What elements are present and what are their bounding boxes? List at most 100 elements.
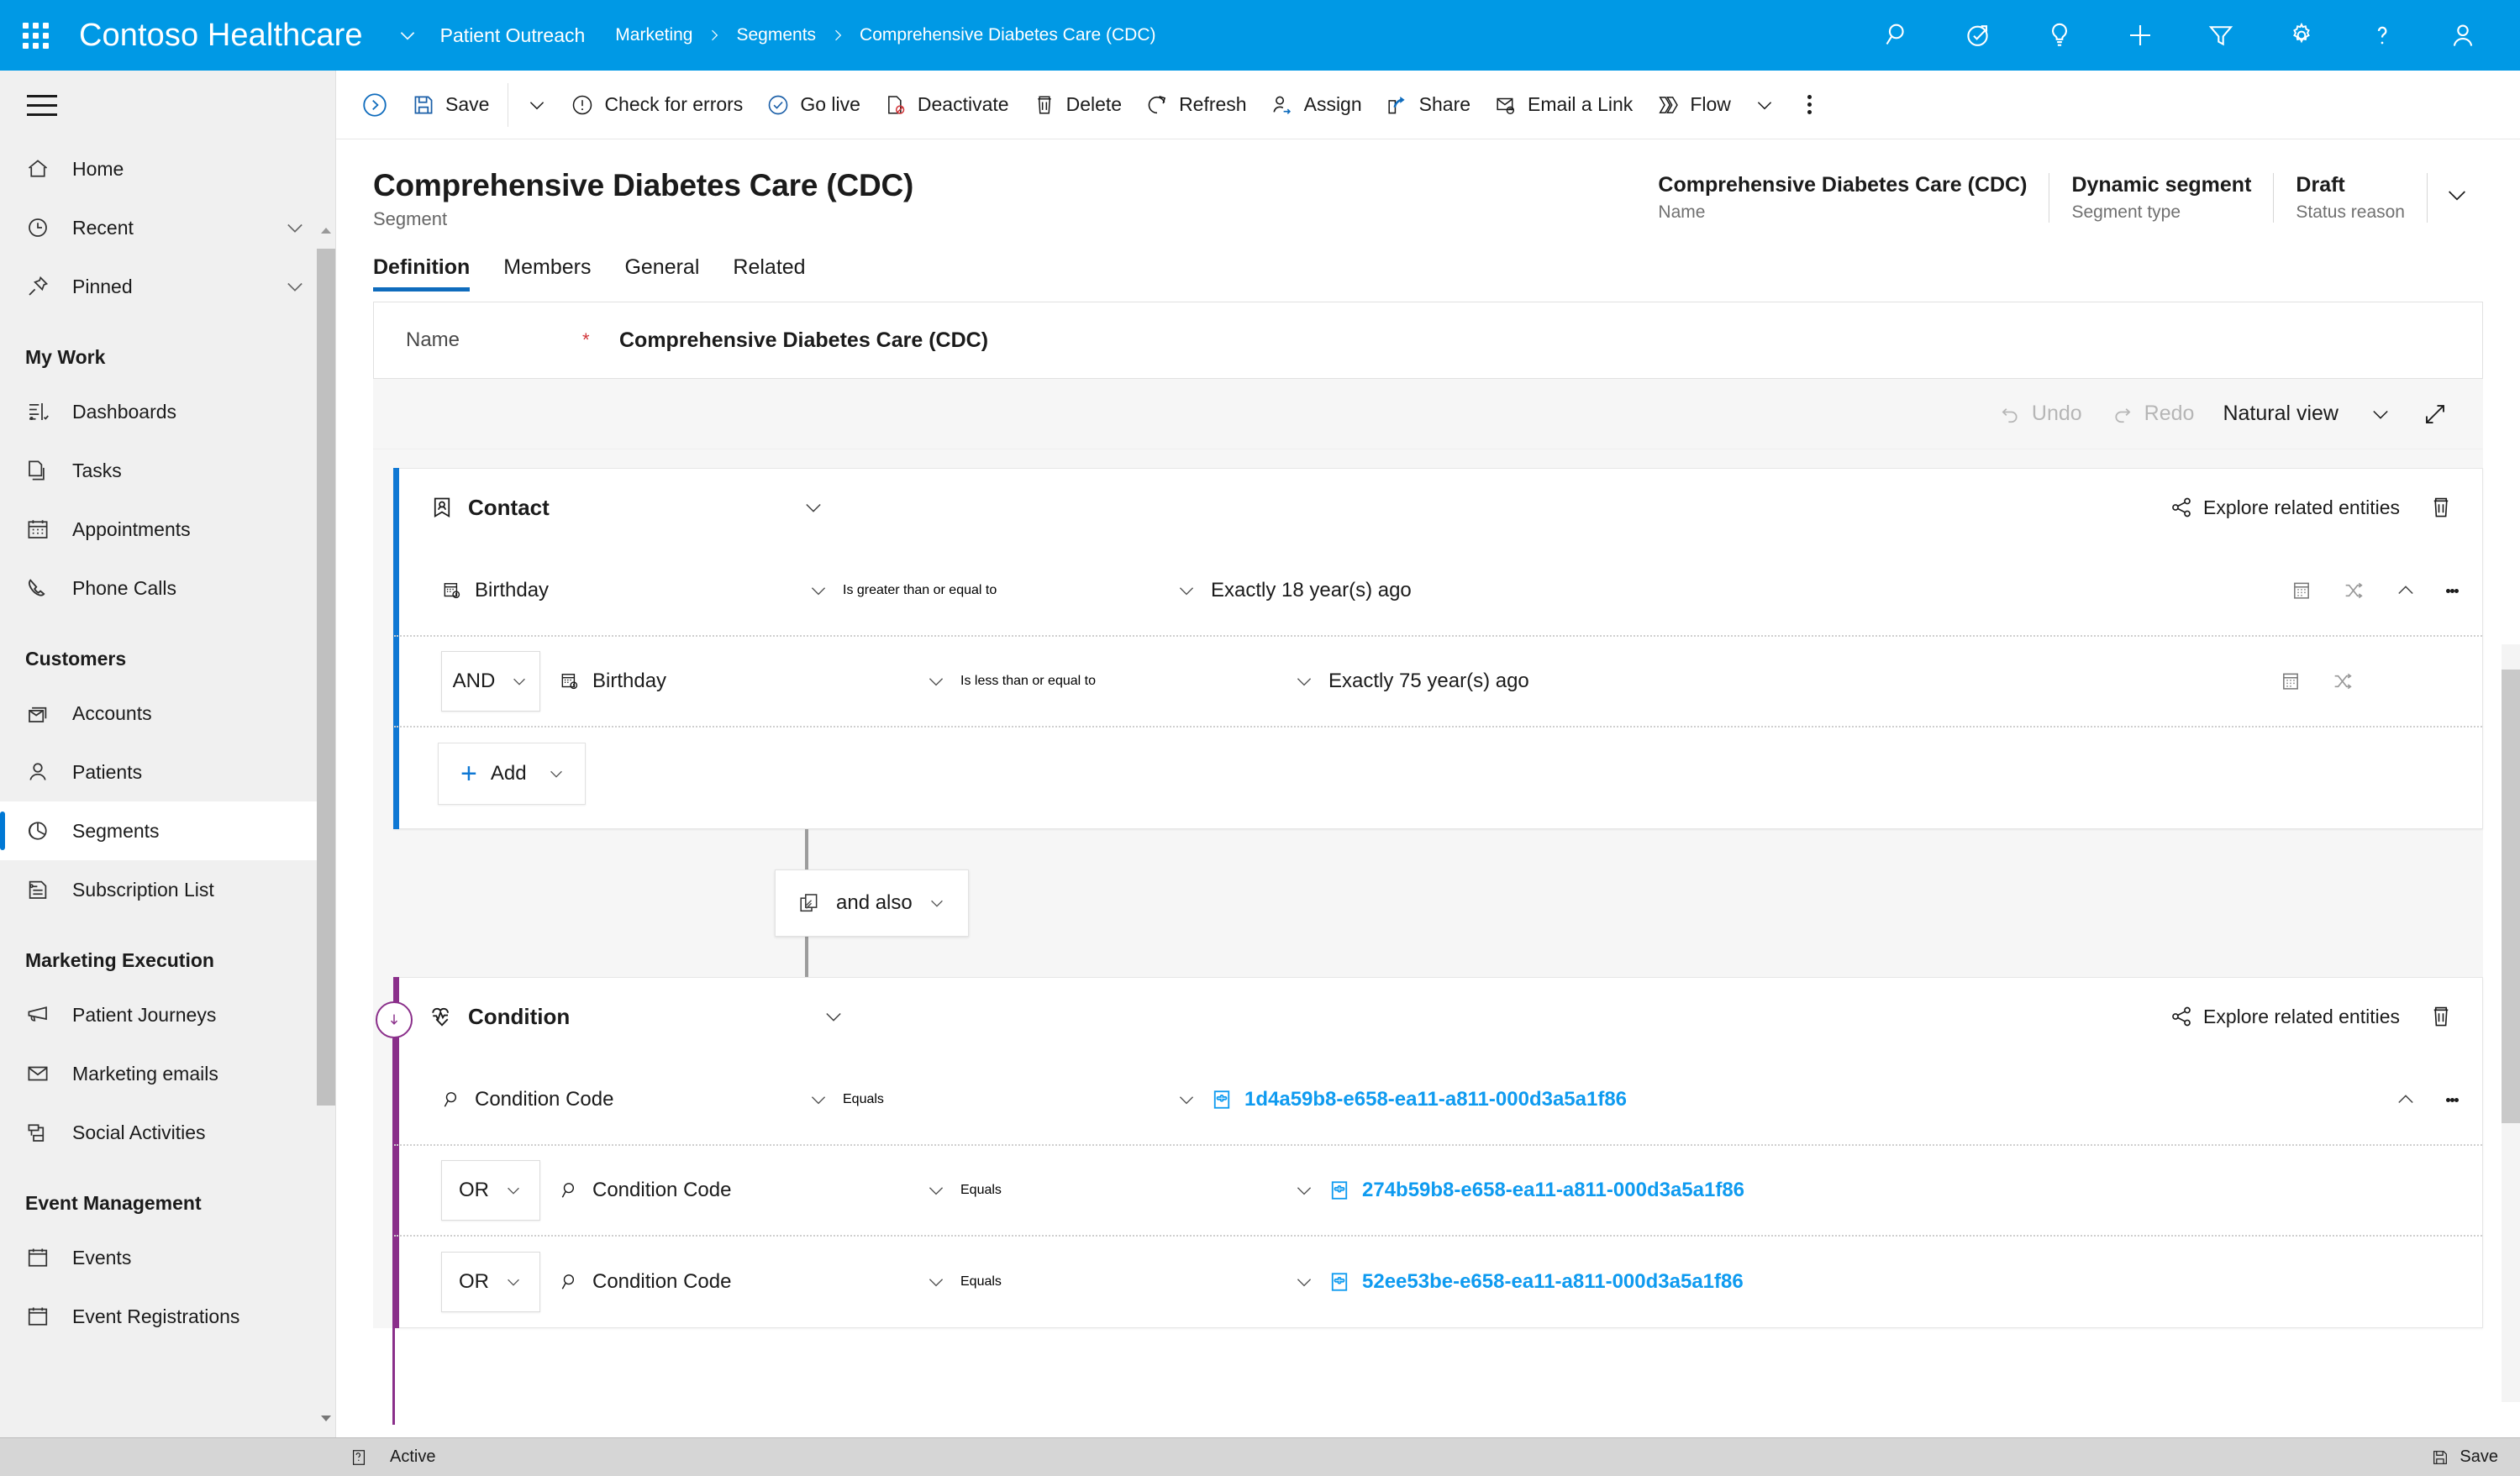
rule-attribute-chevron-down-icon[interactable] (912, 1179, 960, 1201)
rule-attribute[interactable]: Condition Code (559, 1270, 912, 1294)
more-commands-button[interactable] (1786, 92, 1833, 118)
delete-button[interactable]: Delete (1021, 80, 1134, 130)
rule-attribute[interactable]: Birthday (559, 670, 912, 693)
rule-value[interactable]: Exactly 75 year(s) ago (1328, 670, 2250, 693)
rule-attribute[interactable]: Birthday (441, 579, 794, 602)
collapse-icon[interactable] (2394, 579, 2417, 602)
chevron-down-icon[interactable] (283, 275, 307, 298)
save-button[interactable]: Save (400, 80, 501, 130)
sidebar-item-subscription-list[interactable]: Subscription List (0, 860, 335, 919)
search-icon[interactable] (1858, 0, 1939, 71)
filter-icon[interactable] (2181, 0, 2261, 71)
rule-attribute-chevron-down-icon[interactable] (794, 580, 843, 601)
assign-button[interactable]: Assign (1259, 80, 1374, 130)
shuffle-icon[interactable] (2342, 579, 2365, 602)
rule-attribute[interactable]: Condition Code (441, 1088, 794, 1111)
sidebar-item-pinned[interactable]: Pinned (0, 257, 335, 316)
go-live-button[interactable]: Go live (755, 80, 872, 130)
more-icon[interactable] (2446, 1095, 2459, 1106)
rule-value-guid[interactable]: 1d4a59b8-e658-ea11-a811-000d3a5a1f86 (1244, 1088, 1627, 1111)
flow-chevron-down-icon[interactable] (1743, 94, 1786, 116)
sidebar-item-phone-calls[interactable]: Phone Calls (0, 559, 335, 617)
deactivate-button[interactable]: Deactivate (872, 80, 1021, 130)
sidebar-item-appointments[interactable]: Appointments (0, 500, 335, 559)
query-block-chevron-down-icon[interactable] (802, 496, 825, 519)
rule-comparator-chevron-down-icon[interactable] (1280, 1179, 1328, 1201)
rule-attribute-chevron-down-icon[interactable] (912, 670, 960, 692)
collapse-icon[interactable] (2394, 1088, 2417, 1111)
tab-definition[interactable]: Definition (373, 250, 470, 292)
rule-comparator-chevron-down-icon[interactable] (1162, 580, 1211, 601)
scroll-up-arrow-icon[interactable] (317, 222, 335, 240)
logical-operator-selector[interactable]: AND (441, 651, 540, 712)
app-module-name[interactable]: Patient Outreach (440, 24, 586, 47)
sidebar-item-events[interactable]: Events (0, 1228, 335, 1287)
app-launcher-icon[interactable] (0, 0, 71, 71)
sidebar-item-recent[interactable]: Recent (0, 198, 335, 257)
tab-members[interactable]: Members (503, 250, 591, 292)
rule-attribute[interactable]: Condition Code (559, 1179, 912, 1202)
chevron-down-icon[interactable] (283, 216, 307, 239)
assistant-check-icon[interactable] (1939, 0, 2019, 71)
plus-icon[interactable] (2100, 0, 2181, 71)
rule-attribute-chevron-down-icon[interactable] (794, 1089, 843, 1111)
view-mode-selector[interactable]: Natural view (2223, 402, 2338, 426)
rule-value[interactable]: 1d4a59b8-e658-ea11-a811-000d3a5a1f86 (1211, 1088, 2365, 1111)
rule-comparator-chevron-down-icon[interactable] (1162, 1089, 1211, 1111)
refresh-button[interactable]: Refresh (1134, 80, 1259, 130)
sidebar-item-accounts[interactable]: Accounts (0, 684, 335, 743)
sidebar-item-marketing-emails[interactable]: Marketing emails (0, 1044, 335, 1103)
content-scrollbar[interactable] (2502, 644, 2520, 1402)
name-input[interactable]: Comprehensive Diabetes Care (CDC) (619, 328, 988, 353)
share-button[interactable]: Share (1374, 80, 1482, 130)
shuffle-icon[interactable] (2331, 670, 2354, 693)
rule-value[interactable]: 52ee53be-e658-ea11-a811-000d3a5a1f86 (1328, 1270, 2459, 1294)
sidebar-scroll-thumb[interactable] (317, 249, 335, 1106)
rule-value[interactable]: 274b59b8-e658-ea11-a811-000d3a5a1f86 (1328, 1179, 2459, 1202)
explore-related-entities-button[interactable]: Explore related entities (2170, 1005, 2400, 1028)
content-scroll-thumb[interactable] (2502, 670, 2520, 1123)
rule-comparator-chevron-down-icon[interactable] (1280, 1271, 1328, 1293)
rule-value-guid[interactable]: 274b59b8-e658-ea11-a811-000d3a5a1f86 (1362, 1179, 1744, 1202)
sidebar-item-segments[interactable]: Segments (0, 801, 335, 860)
add-rule-button[interactable]: + Add (438, 743, 586, 805)
breadcrumb-item-2[interactable]: Comprehensive Diabetes Care (CDC) (860, 25, 1155, 45)
breadcrumb-item-0[interactable]: Marketing (615, 25, 692, 45)
tab-related[interactable]: Related (733, 250, 805, 292)
rule-comparator[interactable]: Equals (960, 1183, 1280, 1198)
sidebar-item-dashboards[interactable]: Dashboards (0, 382, 335, 441)
rule-value-guid[interactable]: 52ee53be-e658-ea11-a811-000d3a5a1f86 (1362, 1270, 1744, 1294)
flow-button[interactable]: Flow (1644, 80, 1743, 130)
sidebar-item-event-registrations[interactable]: Event Registrations (0, 1287, 335, 1346)
more-icon[interactable] (2446, 586, 2459, 596)
query-block-chevron-down-icon[interactable] (822, 1005, 845, 1028)
status-save-button[interactable]: Save (2431, 1447, 2498, 1467)
hamburger-menu-icon[interactable] (0, 71, 335, 139)
lightbulb-icon[interactable] (2019, 0, 2100, 71)
header-expand-chevron-icon[interactable] (2428, 173, 2486, 208)
logical-operator-selector[interactable]: OR (441, 1252, 540, 1312)
redo-button[interactable]: Redo (2111, 402, 2195, 426)
explore-related-entities-button[interactable]: Explore related entities (2170, 496, 2400, 519)
delete-block-icon[interactable] (2428, 495, 2454, 520)
check-for-errors-button[interactable]: Check for errors (559, 80, 755, 130)
expand-command-bar-icon[interactable] (350, 91, 400, 119)
rule-attribute-chevron-down-icon[interactable] (912, 1271, 960, 1293)
tab-general[interactable]: General (624, 250, 699, 292)
rule-value[interactable]: Exactly 18 year(s) ago (1211, 579, 2261, 602)
sidebar-item-patient-journeys[interactable]: Patient Journeys (0, 985, 335, 1044)
logical-operator-selector[interactable]: OR (441, 1160, 540, 1221)
sidebar-item-social-activities[interactable]: Social Activities (0, 1103, 335, 1162)
rule-comparator[interactable]: Is greater than or equal to (843, 583, 1162, 598)
sidebar-item-patients[interactable]: Patients (0, 743, 335, 801)
brand-title[interactable]: Contoso Healthcare (79, 18, 363, 54)
delete-block-icon[interactable] (2428, 1004, 2454, 1029)
user-avatar-icon[interactable] (2423, 0, 2503, 71)
rule-comparator-chevron-down-icon[interactable] (1280, 670, 1328, 692)
rule-comparator[interactable]: Equals (960, 1274, 1280, 1290)
sidebar-item-home[interactable]: Home (0, 139, 335, 198)
email-a-link-button[interactable]: Email a Link (1482, 80, 1644, 130)
calendar-icon[interactable] (2290, 579, 2313, 602)
calendar-icon[interactable] (2279, 670, 2302, 693)
view-mode-chevron-down-icon[interactable] (2369, 402, 2392, 426)
